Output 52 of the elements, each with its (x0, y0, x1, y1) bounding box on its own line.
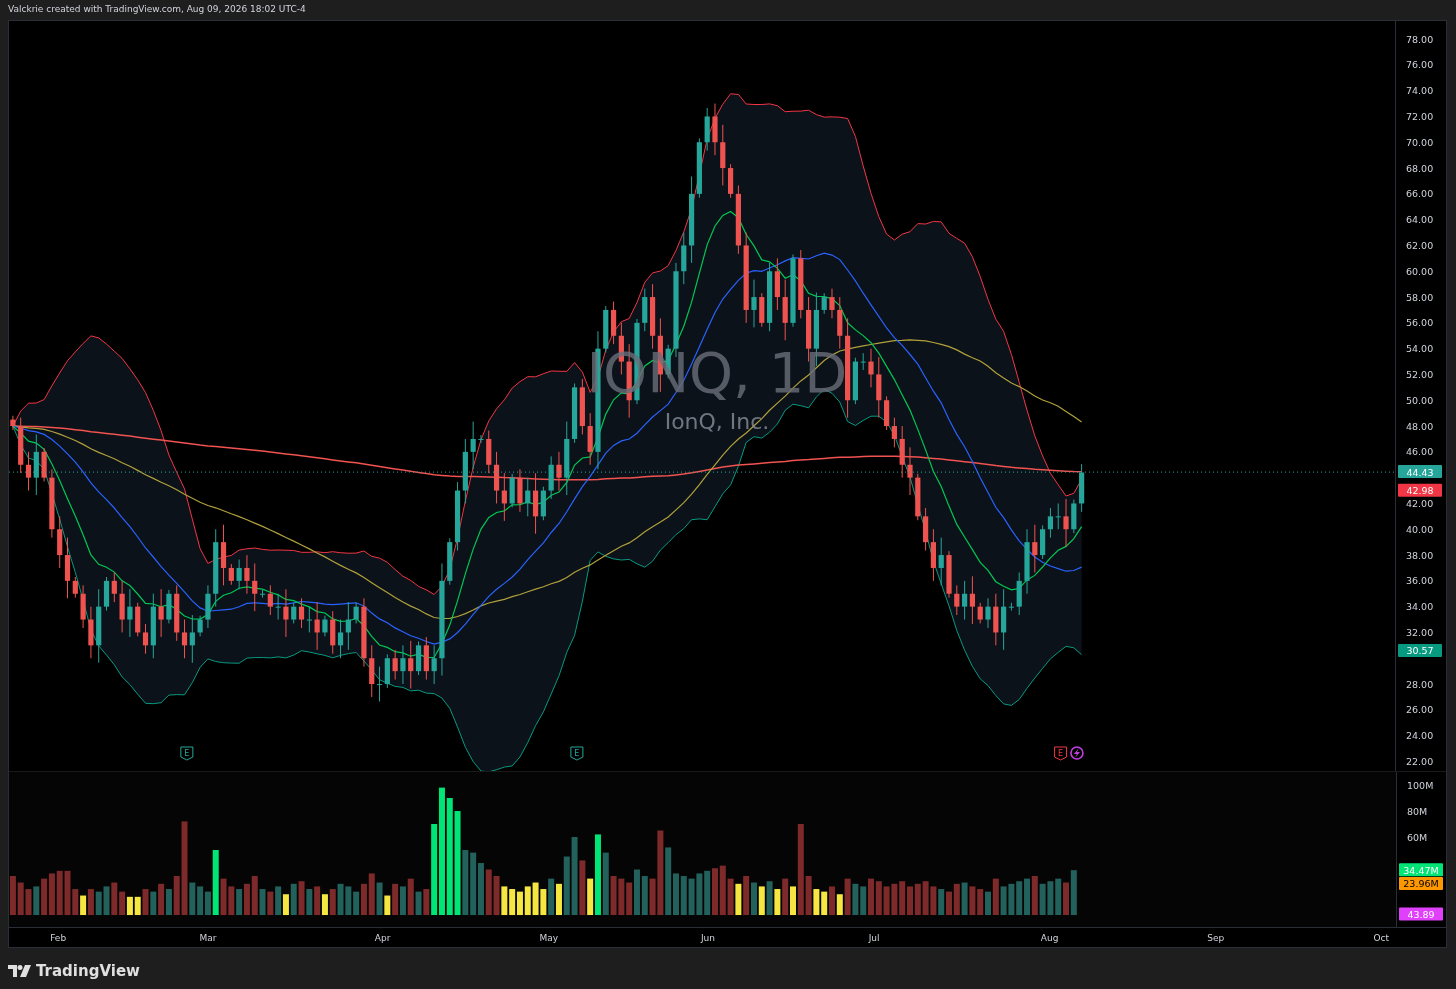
axis-label: 42.00 (1406, 497, 1434, 509)
axis-label: Apr (374, 933, 391, 943)
logo-icon (8, 965, 32, 978)
axis-label: 56.00 (1406, 317, 1434, 329)
axis-label: 60.00 (1406, 265, 1434, 277)
axis-label: Jun (700, 933, 715, 943)
axis-label: Feb (50, 933, 67, 943)
axis-label: 26.00 (1406, 704, 1434, 716)
axis-label: 80M (1407, 805, 1428, 817)
axis-label: 58.00 (1406, 291, 1434, 303)
axis-label: 50.00 (1406, 394, 1434, 406)
axis-label: 76.00 (1406, 59, 1434, 71)
chart-attribution: Valckrie created with TradingView.com, Aug 09, 2026 18:02 UTC-4 (8, 3, 306, 17)
earnings-marker[interactable]: E (570, 746, 584, 761)
axis-label: 60M (1407, 831, 1428, 843)
axis-label: 36.00 (1406, 575, 1434, 587)
axis-label: Oct (1373, 933, 1389, 943)
axis-label: 64.00 (1406, 214, 1434, 226)
lightning-icon[interactable] (1070, 746, 1084, 760)
axis-label: 32.00 (1406, 626, 1434, 638)
axis-label: 48.00 (1406, 420, 1434, 432)
axis-label: 24.00 (1406, 730, 1434, 742)
axis-label: 28.00 (1406, 678, 1434, 690)
axis-label: 62.00 (1406, 239, 1434, 251)
axis-label: 72.00 (1406, 110, 1434, 122)
axis-label: Mar (199, 933, 217, 943)
brand-name: TradingView (36, 961, 140, 982)
axis-label: 34.00 (1406, 601, 1434, 613)
price-badge: 34.47M (1399, 863, 1443, 877)
axis-label: Aug (1040, 933, 1059, 943)
axis-label: 78.00 (1406, 33, 1434, 45)
axis-label: 22.00 (1406, 755, 1434, 767)
axis-label: 74.00 (1406, 85, 1434, 97)
price-badge: 23.96M (1399, 876, 1443, 890)
price-badge: 30.57 (1398, 643, 1442, 657)
price-badge: 42.98 (1398, 483, 1442, 497)
earnings-marker[interactable]: E (180, 746, 194, 761)
axis-label: Jul (868, 933, 880, 943)
axis-label: 46.00 (1406, 446, 1434, 458)
earnings-marker[interactable]: E (1054, 746, 1068, 761)
axis-label: May (539, 933, 559, 943)
price-badge: 43.89 (1399, 907, 1443, 921)
price-badge: 44.43 (1398, 465, 1442, 479)
axis-label: 54.00 (1406, 343, 1434, 355)
axis-label: 40.00 (1406, 523, 1434, 535)
axis-label: 66.00 (1406, 188, 1434, 200)
axis-label: 70.00 (1406, 136, 1434, 148)
axis-label: 52.00 (1406, 368, 1434, 380)
axis-label: 68.00 (1406, 162, 1434, 174)
axis-label: Sep (1207, 933, 1225, 943)
axis-label: 38.00 (1406, 549, 1434, 561)
axis-label: 100M (1407, 779, 1434, 791)
